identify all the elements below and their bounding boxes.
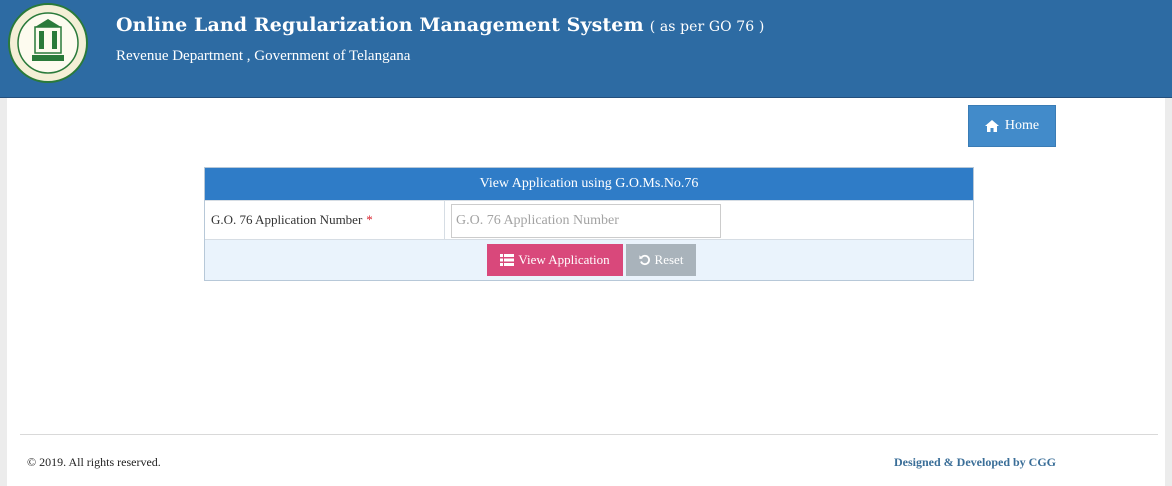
- telangana-emblem-icon: [8, 3, 88, 83]
- application-number-label: G.O. 76 Application Number: [211, 212, 363, 227]
- home-button-label: Home: [1004, 118, 1040, 133]
- footer-divider: [20, 434, 1158, 435]
- application-number-row: G.O. 76 Application Number *: [205, 200, 973, 240]
- undo-icon: [638, 254, 650, 266]
- reset-label: Reset: [654, 252, 684, 267]
- list-icon: [500, 254, 515, 266]
- site-header: Online Land Regularization Management Sy…: [0, 0, 1172, 98]
- view-application-panel: View Application using G.O.Ms.No.76 G.O.…: [204, 167, 974, 281]
- app-title-suffix: ( as per GO 76 ): [649, 19, 765, 35]
- department-subtitle: Revenue Department , Government of Telan…: [116, 48, 411, 64]
- form-actions: View Application Reset: [205, 240, 973, 280]
- reset-button[interactable]: Reset: [626, 244, 696, 276]
- home-button[interactable]: Home: [968, 105, 1056, 147]
- view-application-button[interactable]: View Application: [487, 244, 623, 276]
- panel-heading: View Application using G.O.Ms.No.76: [205, 168, 973, 200]
- copyright-text: © 2019. All rights reserved.: [27, 455, 161, 469]
- view-application-label: View Application: [518, 252, 610, 267]
- developer-credit: Designed & Developed by CGG: [894, 455, 1056, 469]
- app-title: Online Land Regularization Management Sy…: [116, 14, 765, 36]
- home-icon: [984, 120, 999, 132]
- application-number-input[interactable]: [451, 204, 721, 238]
- application-number-label-cell: G.O. 76 Application Number *: [205, 201, 445, 239]
- required-marker: *: [366, 212, 373, 227]
